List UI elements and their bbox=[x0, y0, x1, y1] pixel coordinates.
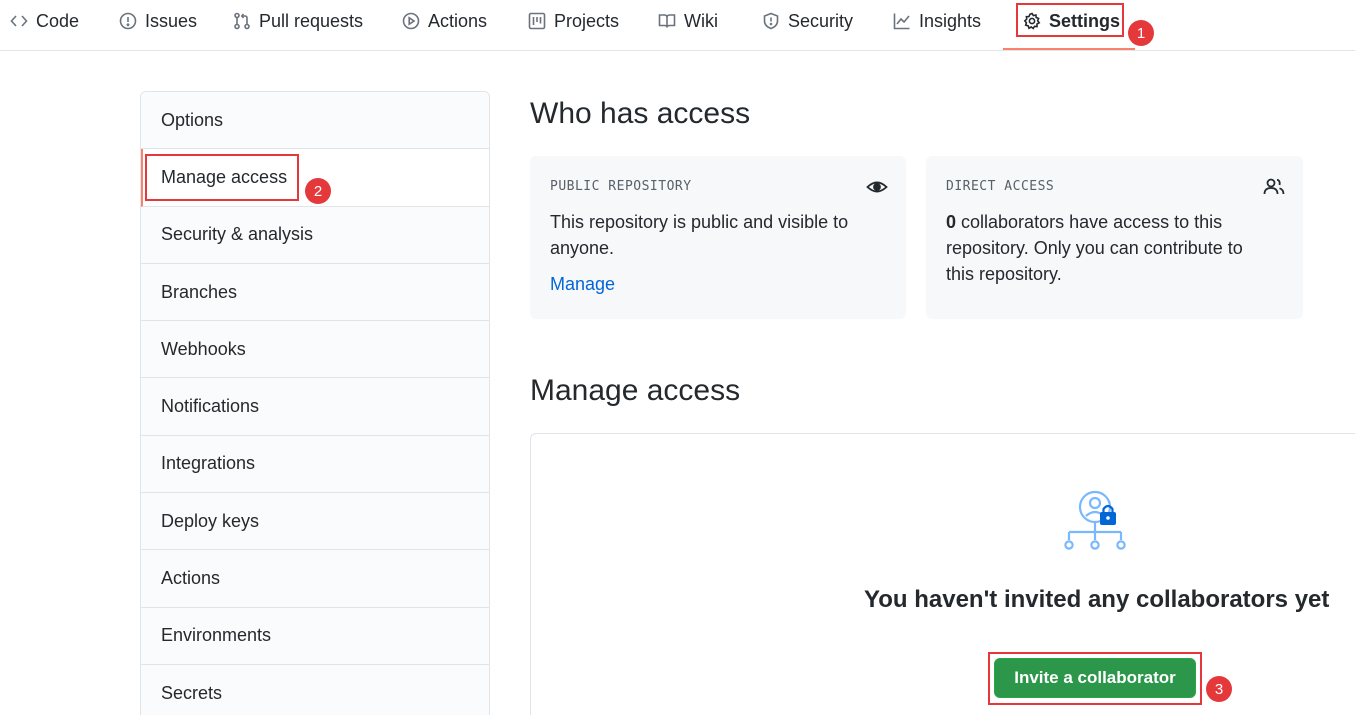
tab-projects[interactable]: Projects bbox=[528, 0, 619, 42]
sidebar-item-integrations[interactable]: Integrations bbox=[141, 435, 489, 494]
book-icon bbox=[658, 14, 676, 28]
tab-wiki[interactable]: Wiki bbox=[658, 0, 718, 42]
manage-link[interactable]: Manage bbox=[550, 274, 615, 295]
tab-label: Pull requests bbox=[259, 10, 364, 31]
tab-label: Projects bbox=[554, 10, 620, 31]
sidebar-item-secrets[interactable]: Secrets bbox=[141, 664, 489, 715]
pull-request-icon bbox=[234, 12, 250, 30]
code-icon bbox=[10, 15, 28, 27]
eye-icon bbox=[866, 181, 888, 193]
direct-access-text: collaborators have access to this reposi… bbox=[946, 212, 1243, 284]
collaborators-panel bbox=[530, 433, 1355, 715]
tab-security[interactable]: Security bbox=[762, 0, 853, 42]
graph-icon bbox=[893, 13, 910, 30]
step-3-badge: 3 bbox=[1206, 676, 1232, 702]
tab-label: Issues bbox=[145, 10, 198, 31]
tab-actions[interactable]: Actions bbox=[402, 0, 487, 42]
step-1-badge: 1 bbox=[1128, 20, 1154, 46]
card-label: PUBLIC REPOSITORY bbox=[550, 179, 692, 194]
shield-icon bbox=[763, 12, 779, 30]
card-description: This repository is public and visible to… bbox=[550, 212, 849, 258]
public-repository-card: PUBLIC REPOSITORY This repository is pub… bbox=[530, 156, 906, 319]
collaborator-count: 0 bbox=[946, 212, 957, 232]
sidebar-item-actions[interactable]: Actions bbox=[141, 550, 489, 608]
project-icon bbox=[528, 12, 546, 30]
issue-icon bbox=[119, 12, 137, 30]
sidebar-item-environments[interactable]: Environments bbox=[141, 607, 489, 665]
sidebar-item-notifications[interactable]: Notifications bbox=[141, 378, 489, 436]
sidebar-item-branches[interactable]: Branches bbox=[141, 263, 489, 322]
tab-label: Wiki bbox=[684, 10, 718, 31]
card-description: 0 collaborators have access to this repo… bbox=[946, 209, 1266, 287]
collaborator-lock-illustration-icon bbox=[1064, 490, 1126, 550]
tab-label: Insights bbox=[919, 10, 982, 31]
tab-issues[interactable]: Issues bbox=[119, 0, 197, 42]
active-tab-underline bbox=[1003, 48, 1135, 50]
direct-access-card: DIRECT ACCESS 0 collaborators have acces… bbox=[926, 156, 1303, 319]
people-icon bbox=[1263, 178, 1285, 195]
step-2-highlight bbox=[145, 154, 299, 201]
tab-label: Code bbox=[36, 10, 80, 31]
tab-insights[interactable]: Insights bbox=[893, 0, 981, 42]
tab-pull-requests[interactable]: Pull requests bbox=[233, 0, 363, 42]
sidebar-item-webhooks[interactable]: Webhooks bbox=[141, 321, 489, 379]
play-icon bbox=[402, 12, 420, 30]
empty-state-title: You haven't invited any collaborators ye… bbox=[864, 586, 1330, 613]
tab-code[interactable]: Code bbox=[10, 0, 79, 42]
who-has-access-heading: Who has access bbox=[530, 97, 751, 130]
sidebar-item-security-analysis[interactable]: Security & analysis bbox=[141, 206, 489, 264]
step-1-highlight bbox=[1016, 3, 1124, 37]
card-label: DIRECT ACCESS bbox=[946, 179, 1055, 194]
sidebar-item-deploy-keys[interactable]: Deploy keys bbox=[141, 493, 489, 551]
tab-label: Actions bbox=[428, 10, 488, 31]
manage-access-heading: Manage access bbox=[530, 374, 741, 407]
tab-label: Security bbox=[788, 10, 854, 31]
step-3-highlight bbox=[988, 652, 1202, 705]
sidebar-item-options[interactable]: Options bbox=[141, 92, 489, 150]
step-2-badge: 2 bbox=[305, 178, 331, 204]
